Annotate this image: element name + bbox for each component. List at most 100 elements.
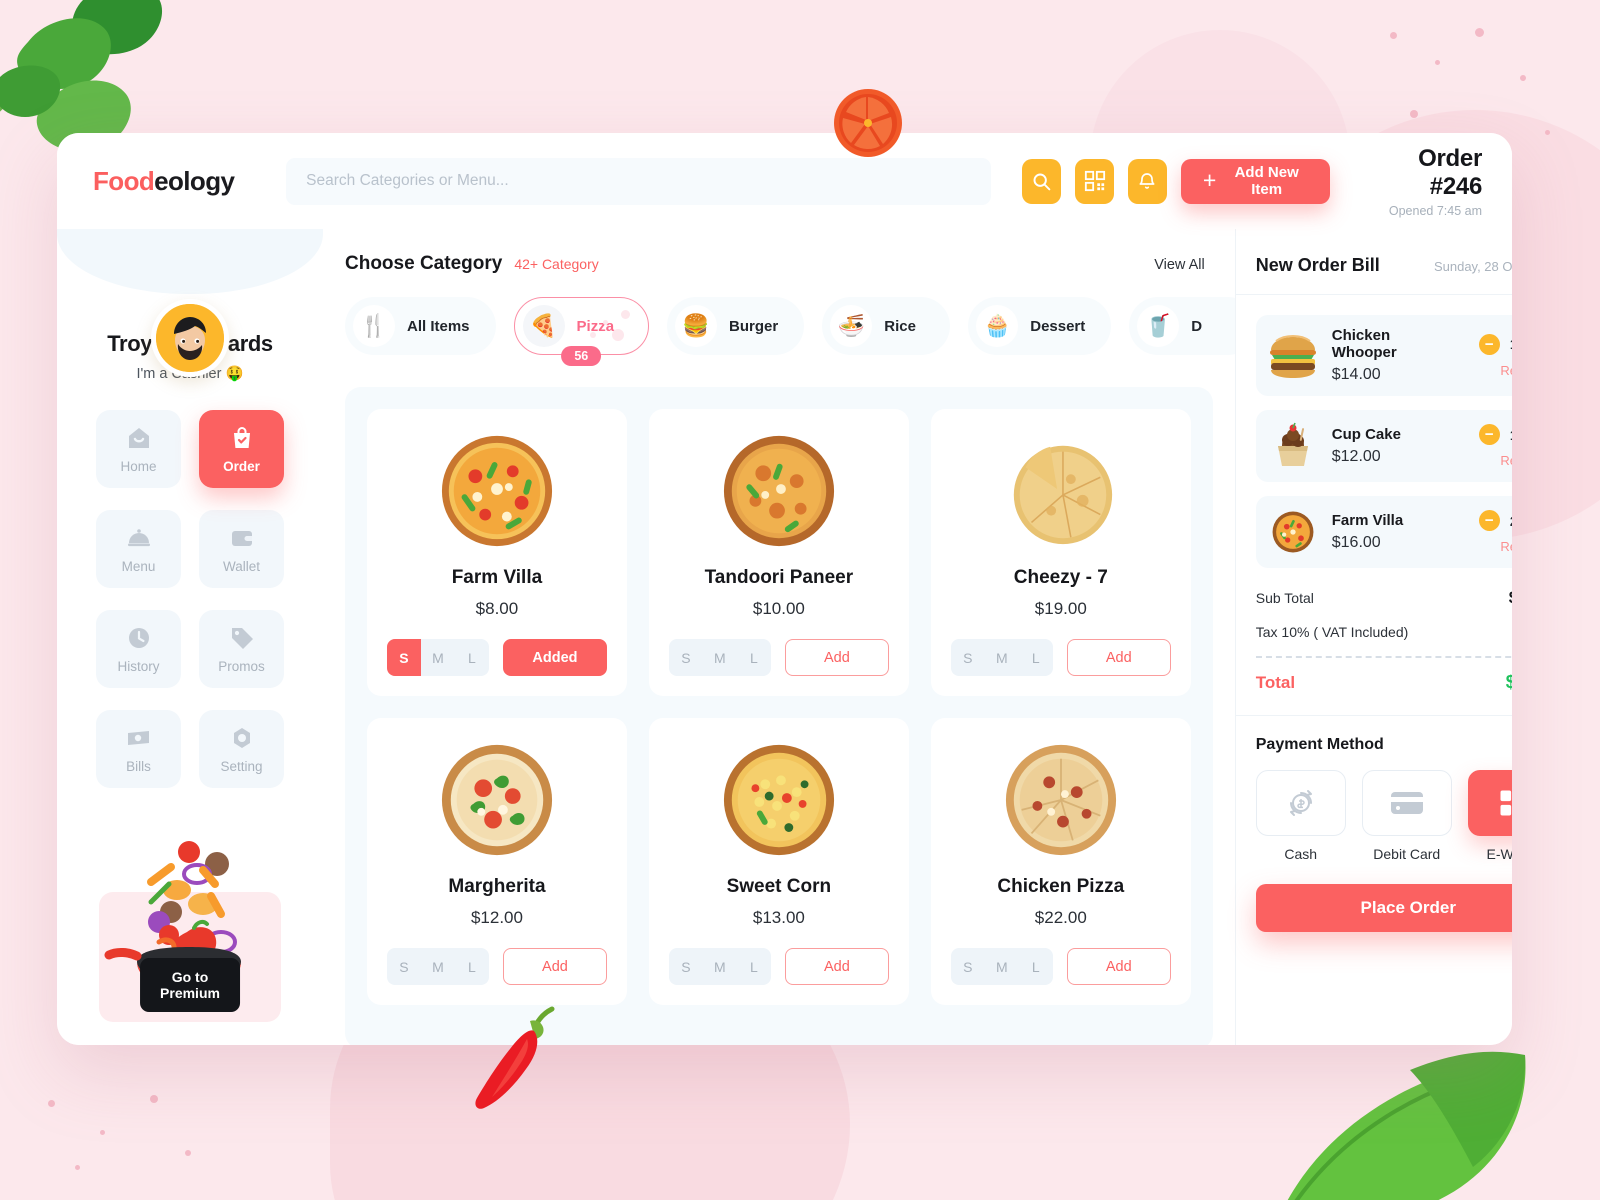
size-option-l[interactable]: L bbox=[737, 948, 771, 985]
product-image bbox=[1001, 431, 1121, 551]
category-rice[interactable]: 🍜 Rice bbox=[822, 297, 951, 355]
remove-item-link[interactable]: Remove bbox=[1455, 363, 1512, 378]
size-option-m[interactable]: M bbox=[421, 948, 455, 985]
sidebar-label: Wallet bbox=[222, 558, 260, 574]
size-option-l[interactable]: L bbox=[1019, 639, 1053, 676]
category-burger[interactable]: 🍔 Burger bbox=[667, 297, 805, 355]
search-input[interactable] bbox=[306, 172, 972, 190]
category-pizza[interactable]: 🍕 Pizza 56 bbox=[513, 297, 650, 366]
size-option-s[interactable]: S bbox=[386, 639, 421, 676]
product-card[interactable]: Farm Villa $8.00 S M L Added bbox=[367, 409, 627, 696]
notifications-button[interactable] bbox=[1127, 158, 1167, 204]
sweetcorn-pizza-image bbox=[723, 744, 834, 856]
size-selector[interactable]: S M L bbox=[386, 639, 489, 676]
burger-image bbox=[1269, 334, 1316, 378]
size-option-m[interactable]: M bbox=[703, 639, 737, 676]
sidebar-item-promos[interactable]: Promos bbox=[199, 610, 284, 688]
sidebar-label: Promos bbox=[218, 658, 265, 674]
size-option-l[interactable]: L bbox=[737, 639, 771, 676]
payment-option-debit-card[interactable]: Debit Card bbox=[1361, 770, 1452, 862]
add-button[interactable]: Add bbox=[784, 639, 889, 676]
product-price: $8.00 bbox=[475, 599, 519, 618]
category-title: Choose Category bbox=[345, 253, 503, 274]
category-label: Rice bbox=[884, 317, 916, 335]
remove-item-link[interactable]: Remove bbox=[1455, 539, 1512, 554]
added-button[interactable]: Added bbox=[502, 639, 607, 676]
qr-code-icon bbox=[1084, 170, 1105, 192]
quantity-stepper[interactable]: − 1 + bbox=[1455, 424, 1512, 445]
quantity-stepper[interactable]: − 2 + bbox=[1455, 510, 1512, 531]
sidebar-label: Order bbox=[223, 458, 260, 474]
category-header: Choose Category 42+ Category View All bbox=[323, 229, 1235, 275]
totals-section: Sub Total $50.00 Tax 10% ( VAT Included)… bbox=[1236, 582, 1512, 707]
add-button[interactable]: Add bbox=[502, 948, 607, 985]
size-option-s[interactable]: S bbox=[951, 639, 985, 676]
qr-scan-button[interactable] bbox=[1075, 158, 1114, 204]
product-card[interactable]: Sweet Corn $13.00 S M L Add bbox=[648, 718, 909, 1005]
size-option-m[interactable]: M bbox=[703, 948, 737, 985]
size-option-l[interactable]: L bbox=[1019, 948, 1053, 985]
product-card[interactable]: Cheezy - 7 $19.00 S M L Add bbox=[930, 409, 1191, 696]
sidebar-item-order[interactable]: Order bbox=[199, 410, 284, 488]
category-drinks[interactable]: 🥤 D bbox=[1129, 297, 1235, 355]
product-card[interactable]: Tandoori Paneer $10.00 S M L Add bbox=[648, 409, 909, 696]
product-card[interactable]: Chicken Pizza $22.00 S M L Add bbox=[930, 718, 1191, 1005]
product-actions: S M L Added bbox=[385, 639, 609, 676]
add-button[interactable]: Add bbox=[784, 948, 889, 985]
size-option-m[interactable]: M bbox=[985, 948, 1019, 985]
bill-item-controls: − 1 + Remove bbox=[1455, 333, 1512, 378]
sidebar-item-setting[interactable]: Setting bbox=[199, 710, 284, 788]
gear-icon bbox=[233, 727, 250, 748]
size-option-m[interactable]: M bbox=[985, 639, 1019, 676]
quantity-stepper[interactable]: − 1 + bbox=[1455, 333, 1512, 355]
sidebar-label: Menu bbox=[121, 558, 156, 574]
search-button[interactable] bbox=[1022, 158, 1062, 204]
view-all-link[interactable]: View All bbox=[1154, 257, 1205, 273]
top-actions: + Add New Item bbox=[1022, 158, 1331, 204]
add-button[interactable]: Add bbox=[1066, 639, 1171, 676]
size-option-s[interactable]: S bbox=[669, 948, 703, 985]
size-selector[interactable]: S M L bbox=[668, 639, 771, 676]
payment-option-cash[interactable]: Cash bbox=[1255, 770, 1346, 862]
payment-label: Cash bbox=[1284, 846, 1318, 862]
sidebar-item-menu[interactable]: Menu bbox=[96, 510, 181, 588]
size-option-s[interactable]: S bbox=[669, 639, 703, 676]
sidebar-item-bills[interactable]: Bills bbox=[96, 710, 181, 788]
decrease-quantity-button[interactable]: − bbox=[1478, 424, 1500, 445]
size-option-m[interactable]: M bbox=[421, 639, 455, 676]
size-option-s[interactable]: S bbox=[387, 948, 421, 985]
go-to-premium-button[interactable]: Go to Premium bbox=[140, 958, 240, 1012]
size-selector[interactable]: S M L bbox=[386, 948, 489, 985]
product-name: Tandoori Paneer bbox=[704, 567, 854, 588]
sidebar-item-history[interactable]: History bbox=[96, 610, 181, 688]
category-all-items[interactable]: 🍴 All Items bbox=[345, 297, 496, 355]
sidebar-item-wallet[interactable]: Wallet bbox=[199, 510, 284, 588]
bill-item-price: $14.00 bbox=[1331, 366, 1381, 383]
size-option-l[interactable]: L bbox=[455, 948, 489, 985]
product-image bbox=[1001, 740, 1121, 860]
size-selector[interactable]: S M L bbox=[950, 948, 1053, 985]
size-option-s[interactable]: S bbox=[951, 948, 985, 985]
chicken-pizza-image bbox=[1005, 744, 1116, 856]
search-bar[interactable] bbox=[286, 157, 992, 205]
add-new-item-button[interactable]: + Add New Item bbox=[1180, 158, 1331, 204]
decrease-quantity-button[interactable]: − bbox=[1478, 333, 1500, 355]
product-actions: S M L Add bbox=[385, 948, 609, 985]
remove-item-link[interactable]: Remove bbox=[1455, 453, 1512, 468]
place-order-button[interactable]: Place Order bbox=[1255, 884, 1512, 932]
margherita-pizza-image bbox=[441, 744, 553, 856]
size-option-l[interactable]: L bbox=[455, 639, 489, 676]
category-label: Dessert bbox=[1030, 317, 1086, 335]
add-button[interactable]: Add bbox=[1066, 948, 1171, 985]
tax-label: Tax 10% ( VAT Included) bbox=[1255, 624, 1409, 640]
size-selector[interactable]: S M L bbox=[950, 639, 1053, 676]
product-card[interactable]: Margherita $12.00 S M L Add bbox=[367, 718, 627, 1005]
payment-option-e-wallet[interactable]: E-Wallet bbox=[1467, 770, 1512, 862]
bill-item-info: Chicken Whooper $14.00 bbox=[1332, 327, 1443, 384]
sidebar-item-home[interactable]: Home bbox=[96, 410, 181, 488]
decrease-quantity-button[interactable]: − bbox=[1478, 510, 1500, 531]
category-dessert[interactable]: 🧁 Dessert bbox=[968, 297, 1112, 355]
tax-row: Tax 10% ( VAT Included) $5.00 bbox=[1256, 622, 1512, 642]
avatar[interactable] bbox=[151, 299, 229, 377]
size-selector[interactable]: S M L bbox=[668, 948, 771, 985]
